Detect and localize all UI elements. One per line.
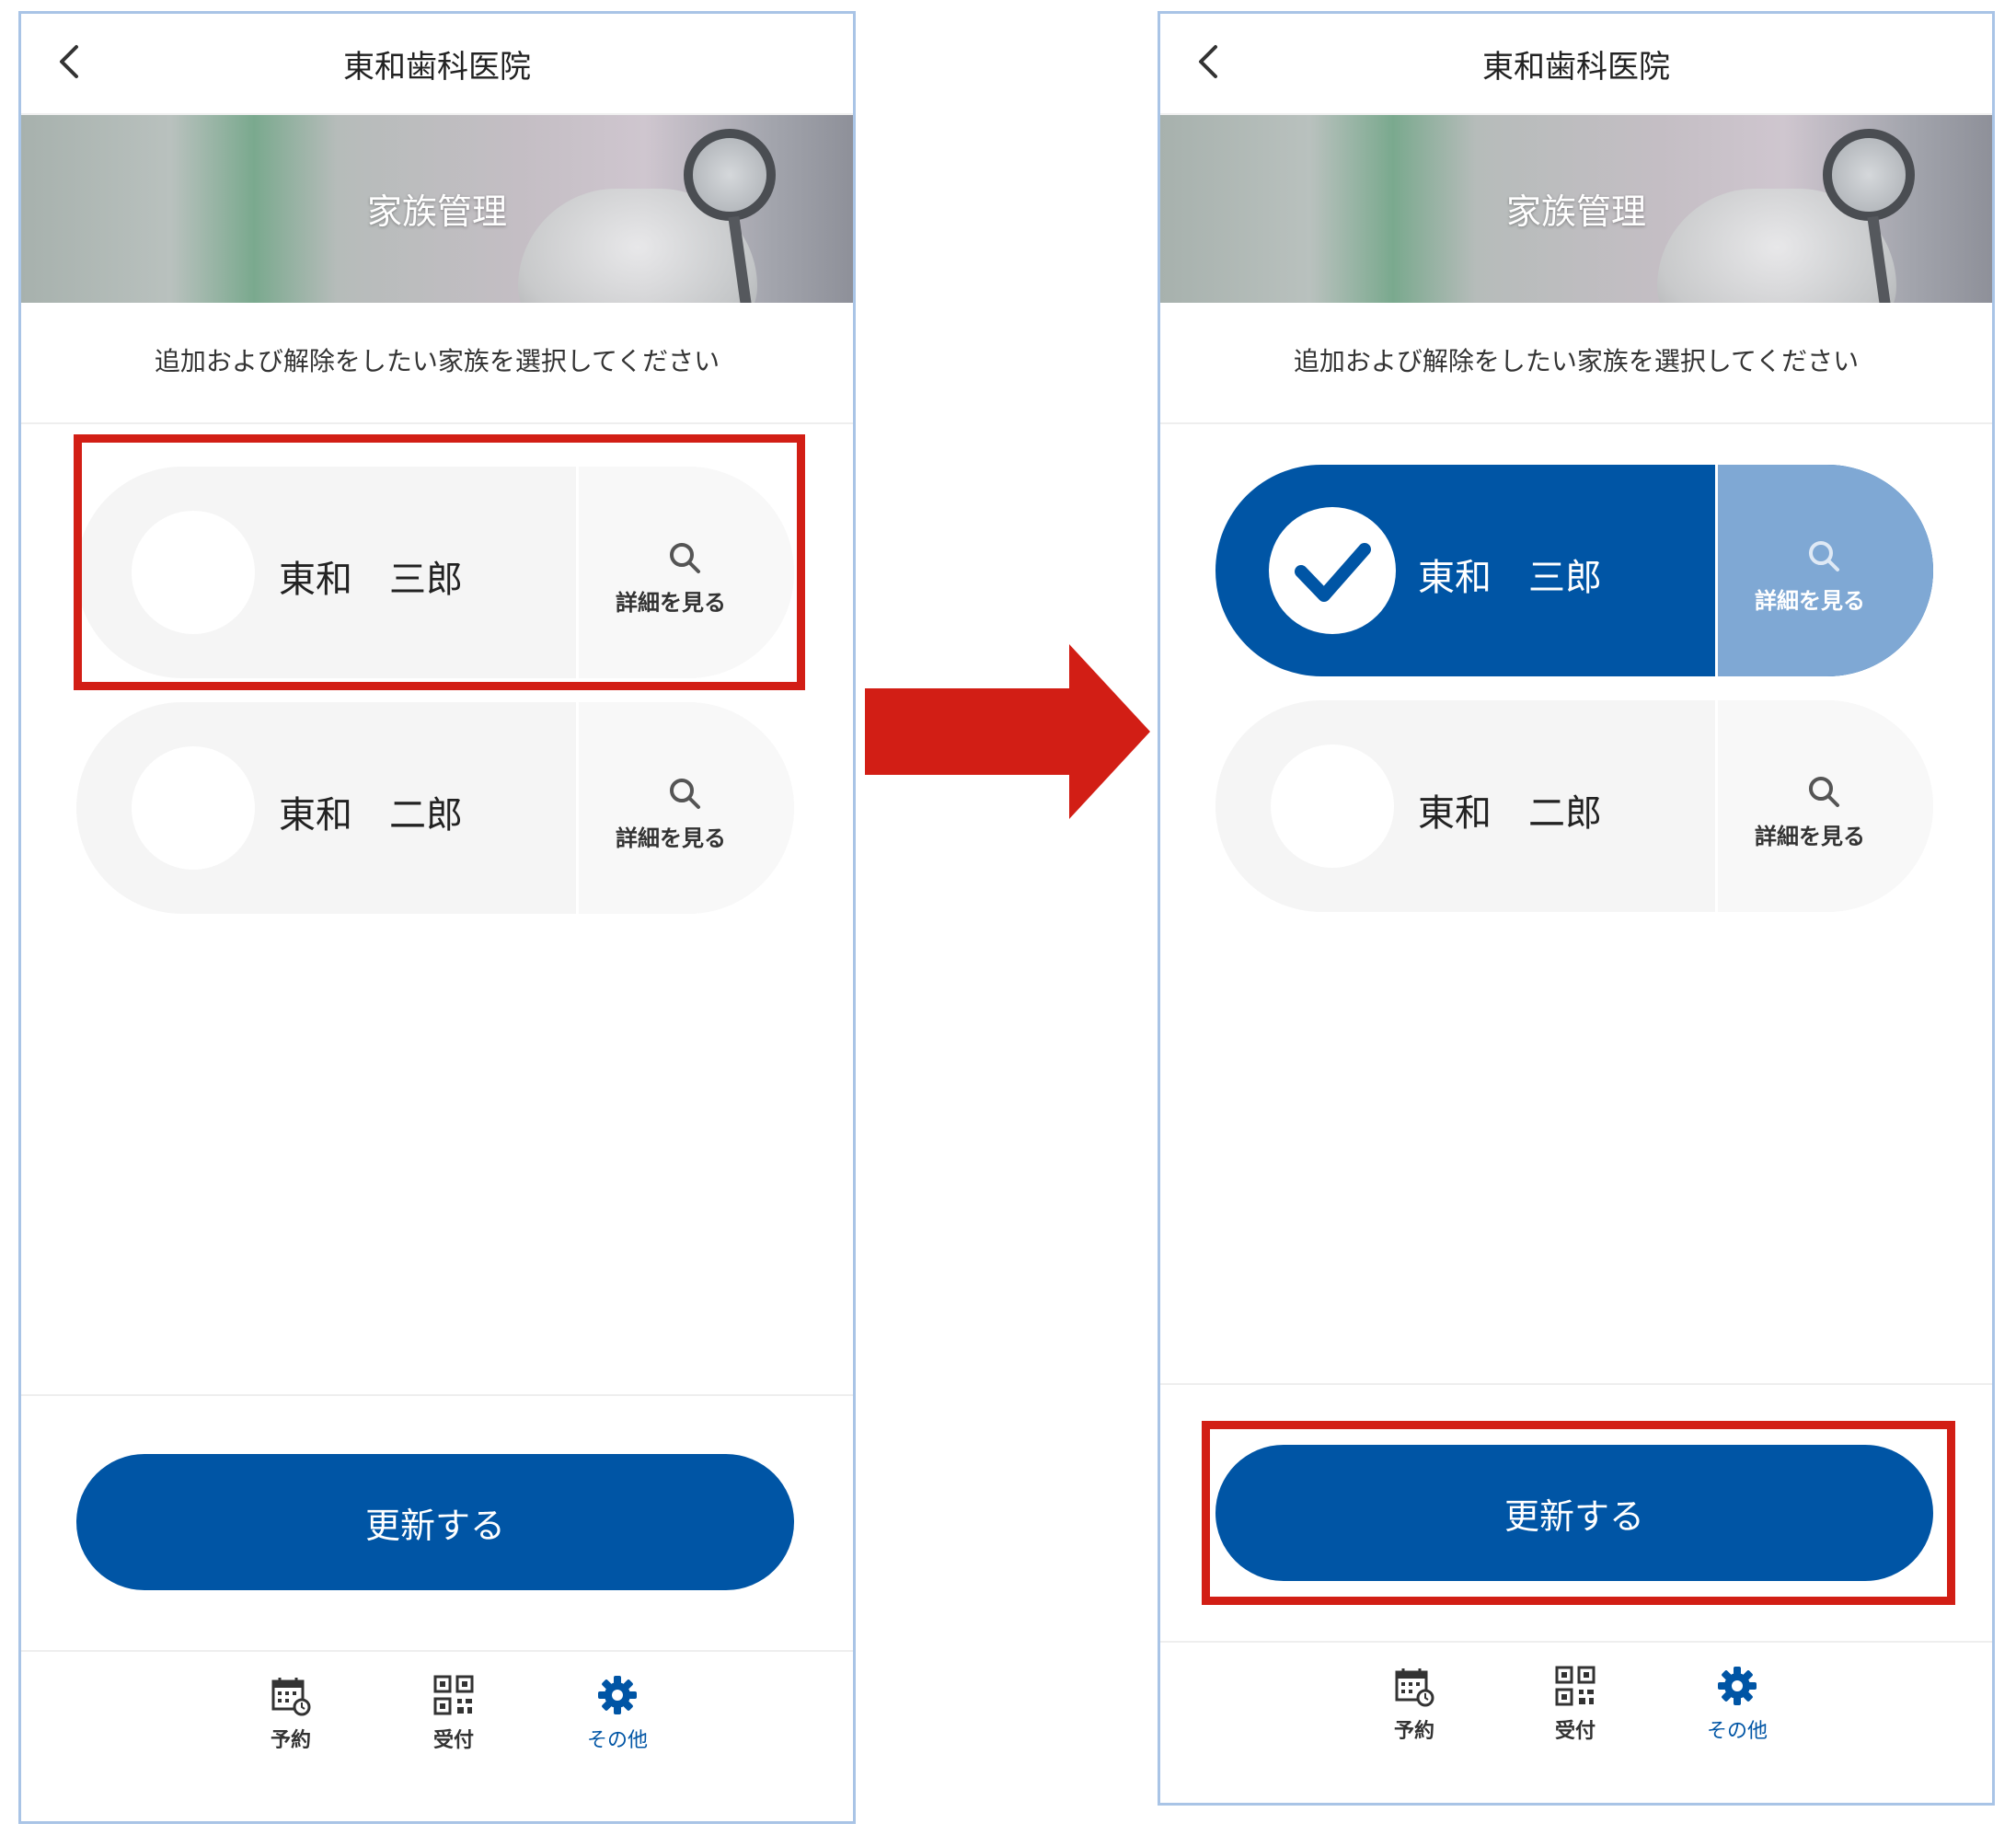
divider	[1160, 422, 1992, 424]
search-icon	[670, 779, 700, 809]
view-details-label: 詳細を見る	[1755, 824, 1865, 849]
member-name: 東和 二郎	[1418, 792, 1602, 835]
qr-code-icon	[1555, 1666, 1596, 1706]
selection-circle[interactable]	[1271, 744, 1394, 868]
nav-item-other[interactable]: その他	[1682, 1665, 1792, 1748]
page-title: 家族管理	[366, 191, 507, 232]
view-details-button[interactable]: 詳細を見る	[576, 702, 794, 914]
clinic-title: 東和歯科医院	[1482, 49, 1670, 86]
nav-label: 受付	[1554, 1720, 1596, 1743]
view-details-label: 詳細を見る	[1755, 588, 1865, 614]
view-details-button[interactable]: 詳細を見る	[1715, 700, 1933, 912]
divider	[1160, 1383, 1992, 1385]
clinic-title: 東和歯科医院	[343, 49, 531, 86]
flow-arrow-icon	[865, 644, 1150, 819]
nav-label: 受付	[432, 1729, 474, 1752]
bottom-nav: 予約 受付 その他	[21, 1654, 853, 1792]
nav-item-reception[interactable]: 受付	[398, 1674, 509, 1757]
view-details-button[interactable]: 詳細を見る	[1715, 465, 1933, 676]
search-icon	[1809, 541, 1839, 571]
member-select-area[interactable]: 東和 二郎	[76, 702, 573, 914]
check-icon	[1295, 543, 1371, 602]
bottom-nav: 予約 受付 その他	[1160, 1645, 1992, 1783]
instruction-text: 追加および解除をしたい家族を選択してください	[154, 346, 720, 376]
nav-item-reception[interactable]: 受付	[1520, 1665, 1630, 1748]
update-button[interactable]: 更新する	[76, 1454, 794, 1590]
highlight-box-member	[74, 434, 805, 690]
gear-icon	[598, 1676, 637, 1714]
page-banner: 家族管理	[21, 115, 853, 303]
nav-item-other[interactable]: その他	[562, 1674, 673, 1757]
member-select-area[interactable]: 東和 三郎	[1215, 465, 1712, 676]
gear-icon	[1718, 1667, 1757, 1705]
family-member-card[interactable]: 東和 二郎 詳細を見る	[76, 702, 794, 914]
search-icon	[1809, 777, 1839, 807]
selection-circle[interactable]	[132, 746, 255, 870]
family-member-card-selected[interactable]: 東和 三郎 詳細を見る	[1215, 465, 1933, 676]
member-name: 東和 二郎	[279, 794, 463, 837]
member-select-area[interactable]: 東和 二郎	[1215, 700, 1712, 912]
divider	[21, 1394, 853, 1396]
page-banner: 家族管理	[1160, 115, 1992, 303]
app-header: 東和歯科医院	[21, 14, 853, 115]
selection-circle-checked[interactable]	[1269, 507, 1396, 634]
qr-code-icon	[433, 1675, 474, 1715]
phone-screen-before: 東和歯科医院 家族管理 追加および解除をしたい家族を選択してください 東和 三郎…	[18, 11, 856, 1824]
nav-item-reservation[interactable]: 予約	[1359, 1665, 1469, 1748]
divider	[1160, 1641, 1992, 1643]
nav-label: 予約	[1393, 1720, 1434, 1743]
highlight-box-update	[1202, 1421, 1955, 1605]
nav-label: その他	[1706, 1720, 1768, 1743]
calendar-icon	[271, 1678, 311, 1716]
nav-label: その他	[586, 1729, 648, 1752]
view-details-label: 詳細を見る	[616, 825, 726, 851]
page-title: 家族管理	[1505, 191, 1646, 232]
nav-item-reservation[interactable]: 予約	[236, 1674, 346, 1757]
member-name: 東和 三郎	[1418, 557, 1602, 599]
nav-label: 予約	[270, 1729, 311, 1752]
family-member-card[interactable]: 東和 二郎 詳細を見る	[1215, 700, 1933, 912]
divider	[21, 422, 853, 424]
instruction-text: 追加および解除をしたい家族を選択してください	[1293, 346, 1860, 376]
divider	[21, 1650, 853, 1652]
app-header: 東和歯科医院	[1160, 14, 1992, 115]
calendar-icon	[1395, 1668, 1434, 1707]
